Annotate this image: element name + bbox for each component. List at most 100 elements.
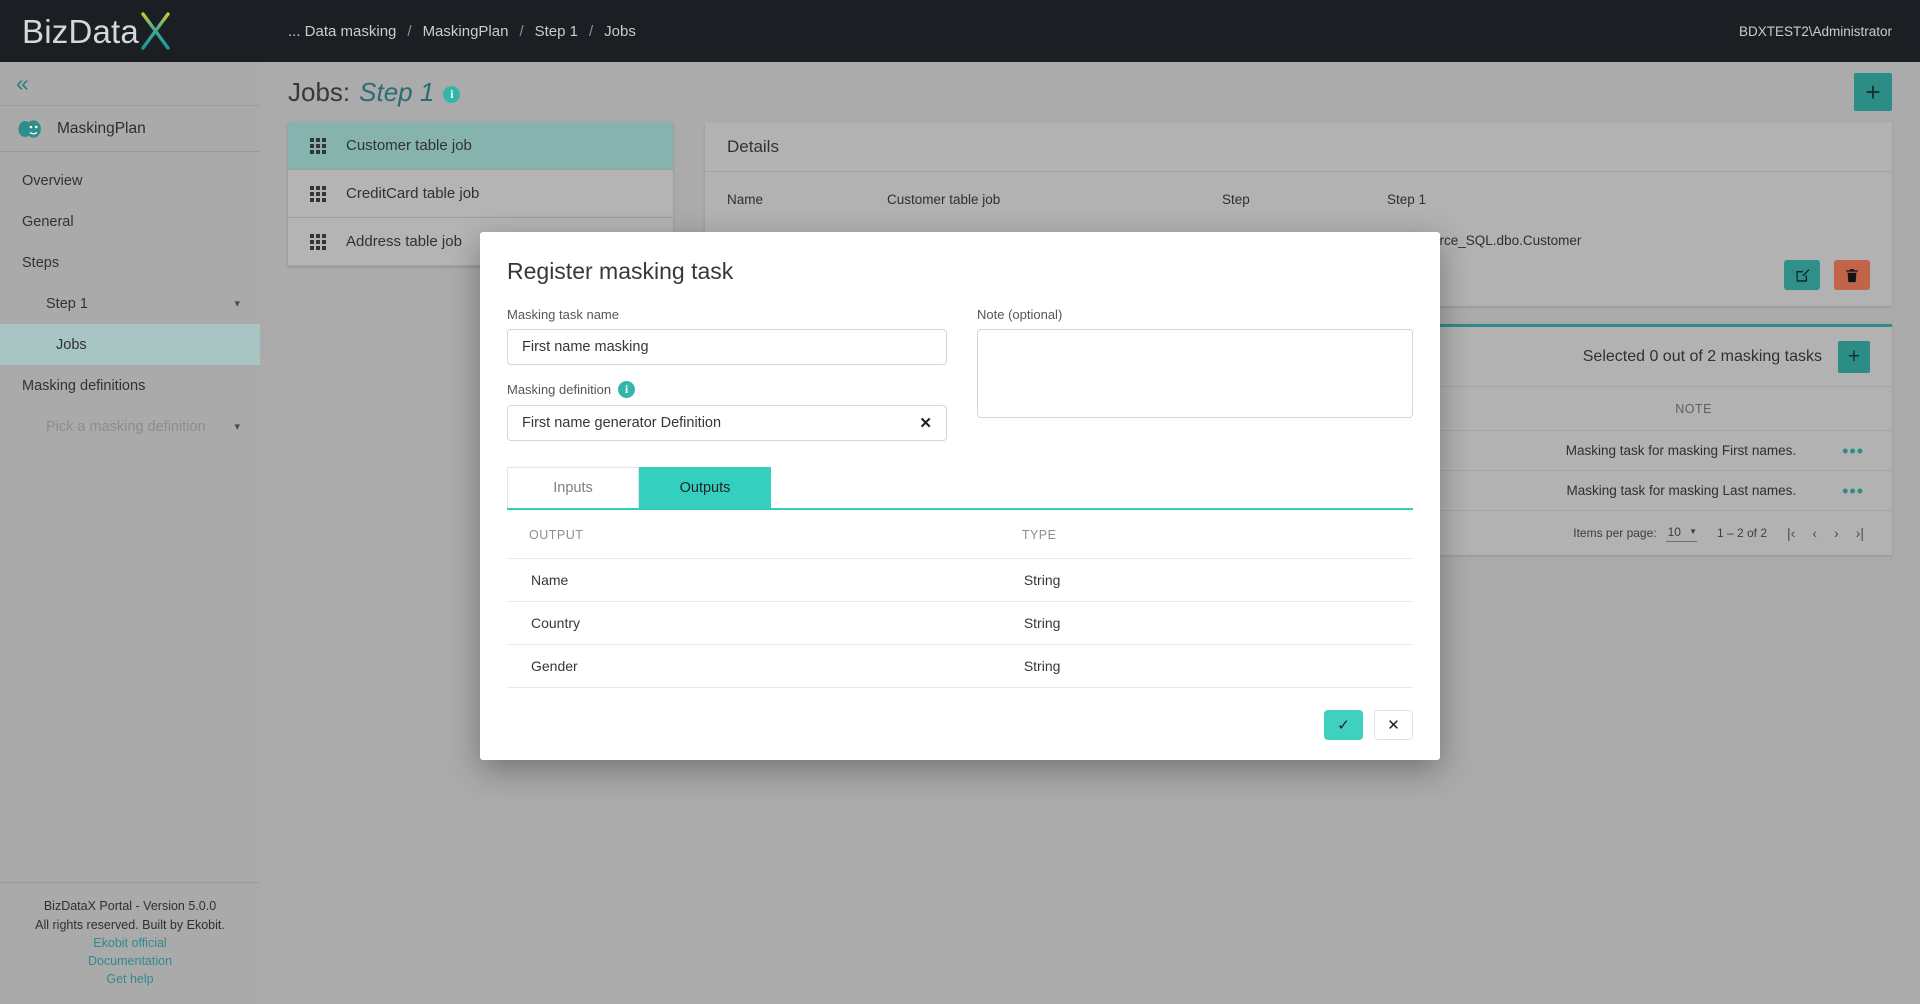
next-page-icon[interactable]: › (1834, 525, 1839, 541)
add-job-button[interactable]: + (1854, 73, 1892, 111)
drag-handle-icon[interactable] (310, 233, 326, 250)
sidebar-item-label: General (22, 213, 74, 230)
sidebar-collapse-row: « (0, 62, 260, 106)
outputs-table-row: Gender String (507, 644, 1413, 688)
page-title: Jobs: Step 1 i (288, 76, 461, 108)
footer-link-get-help[interactable]: Get help (0, 970, 260, 988)
breadcrumb-item[interactable]: ... Data masking (288, 23, 396, 40)
sidebar-item-label: Jobs (56, 336, 87, 353)
sidebar-item-masking-definitions[interactable]: Masking definitions (0, 365, 260, 406)
breadcrumb-item[interactable]: MaskingPlan (423, 23, 509, 40)
top-bar: ... Data masking / MaskingPlan / Step 1 / Jobs… (260, 0, 1920, 62)
register-masking-task-dialog: Register masking task Masking task name … (480, 232, 1440, 760)
collapse-sidebar-icon[interactable]: « (16, 72, 29, 95)
job-list-item[interactable]: Customer table job (288, 122, 673, 170)
edit-job-button[interactable] (1784, 260, 1820, 290)
outputs-table-row: Name String (507, 558, 1413, 602)
job-list-item-label: CreditCard table job (346, 185, 480, 202)
drag-handle-icon[interactable] (310, 185, 326, 202)
details-key-name: Name (727, 192, 764, 207)
job-list-item[interactable]: CreditCard table job (288, 170, 673, 218)
app-logo[interactable]: BizData (0, 0, 260, 62)
dialog-footer: ✓ ✕ (507, 710, 1413, 740)
logo-text: BizData (22, 12, 139, 50)
output-type-cell: String (648, 644, 1413, 688)
sidebar-plan-name: MaskingPlan (57, 119, 146, 137)
masking-definition-value: First name generator Definition (522, 415, 722, 431)
breadcrumb-separator: / (407, 22, 412, 40)
sidebar-item-jobs[interactable]: Jobs (0, 324, 260, 365)
details-value-source: DataSource_SQL.dbo.Customer (1387, 233, 1582, 248)
masking-tasks-summary: Selected 0 out of 2 masking tasks (1582, 347, 1822, 365)
confirm-button[interactable]: ✓ (1324, 710, 1363, 740)
footer-link-ekobit-official[interactable]: Ekobit official (0, 934, 260, 952)
outputs-table-header-row: OUTPUT TYPE (507, 510, 1413, 559)
tab-inputs[interactable]: Inputs (507, 467, 639, 508)
job-list-item-label: Customer table job (346, 137, 472, 154)
breadcrumb: ... Data masking / MaskingPlan / Step 1 / Jobs (288, 23, 636, 40)
first-page-icon[interactable]: |‹ (1787, 525, 1795, 541)
pagination-range: 1 – 2 of 2 (1716, 526, 1768, 540)
sidebar-footer: BizDataX Portal - Version 5.0.0 All righ… (0, 882, 260, 1004)
breadcrumb-item[interactable]: Jobs (604, 23, 636, 40)
sidebar-item-general[interactable]: General (0, 201, 260, 242)
output-name-cell: Country (507, 601, 649, 645)
row-menu-icon[interactable]: ••• (1842, 442, 1864, 460)
sidebar-nav: Overview General Steps Step 1 ▾ Jobs Masking d… (0, 152, 260, 447)
breadcrumb-item[interactable]: Step 1 (535, 23, 578, 40)
items-per-page-select[interactable]: 10 ▼ (1665, 525, 1697, 542)
tab-outputs[interactable]: Outputs (639, 467, 771, 508)
sidebar-item-label: Pick a masking definition (46, 418, 206, 435)
dialog-right-column: Note (optional) (977, 307, 1413, 441)
footer-rights: All rights reserved. Built by Ekobit. (35, 917, 225, 932)
sidebar-item-label: Masking definitions (22, 377, 146, 394)
outputs-table: OUTPUT TYPE Name String Country String Gende… (507, 510, 1413, 688)
details-heading: Details (705, 122, 1892, 172)
last-page-icon[interactable]: ›| (1856, 525, 1864, 541)
job-list-item-label: Address table job (346, 233, 462, 250)
masking-task-note: Masking task for masking Last names. (1566, 483, 1797, 498)
outputs-table-body: Name String Country String Gender String (507, 558, 1413, 688)
cancel-button[interactable]: ✕ (1374, 710, 1413, 740)
dialog-left-column: Masking task name Masking definition i F… (507, 307, 947, 441)
chevron-down-icon[interactable]: ▾ (234, 420, 240, 433)
output-name-cell: Gender (507, 644, 649, 688)
sidebar-item-step-1[interactable]: Step 1 ▾ (0, 283, 260, 324)
sidebar-item-overview[interactable]: Overview (0, 160, 260, 201)
sidebar-item-steps[interactable]: Steps (0, 242, 260, 283)
pagination-arrows: |‹ ‹ › ›| (1787, 525, 1864, 541)
note-textarea[interactable] (977, 329, 1413, 418)
logo-x-icon (134, 9, 178, 53)
page-info-icon[interactable]: i (443, 86, 461, 103)
pencil-square-icon (1795, 268, 1809, 282)
drag-handle-icon[interactable] (310, 137, 326, 154)
clear-icon[interactable]: ✕ (919, 414, 932, 432)
sidebar-item-pick-a-masking-definition[interactable]: Pick a masking definition ▾ (0, 406, 260, 447)
footer-version: BizDataX Portal - Version 5.0.0 (43, 899, 217, 914)
masking-task-note: Masking task for masking First names. (1565, 443, 1797, 458)
delete-job-button[interactable] (1834, 260, 1870, 290)
page-header: Jobs: Step 1 i + (260, 62, 1920, 122)
add-masking-task-button[interactable]: + (1838, 340, 1870, 373)
breadcrumb-separator: / (589, 22, 594, 40)
page-title-step: Step 1 (359, 76, 435, 107)
sidebar: BizData « MaskingPlan Overview General S… (0, 0, 260, 1004)
items-per-page-label: Items per page: (1573, 526, 1657, 540)
footer-link-documentation[interactable]: Documentation (0, 952, 260, 970)
sidebar-item-label: Steps (22, 254, 60, 271)
row-menu-icon[interactable]: ••• (1842, 482, 1864, 500)
prev-page-icon[interactable]: ‹ (1812, 525, 1817, 541)
application-root: BizData « MaskingPlan Overview General S… (0, 0, 1920, 1004)
masking-task-name-input[interactable] (507, 329, 947, 365)
output-type-cell: String (648, 558, 1413, 602)
sidebar-item-label: Overview (22, 172, 83, 189)
masking-definition-select[interactable]: First name generator Definition ✕ (507, 405, 947, 441)
details-value-step: Step 1 (1387, 192, 1427, 207)
items-per-page[interactable]: Items per page: 10 ▼ (1573, 525, 1697, 542)
chevron-down-icon[interactable]: ▾ (234, 297, 240, 310)
masking-definition-info-icon[interactable]: i (618, 381, 636, 398)
output-type-cell: String (648, 601, 1413, 645)
theater-masks-icon (17, 118, 43, 140)
sidebar-plan-header[interactable]: MaskingPlan (0, 106, 260, 152)
outputs-table-head: OUTPUT TYPE (507, 510, 1413, 559)
